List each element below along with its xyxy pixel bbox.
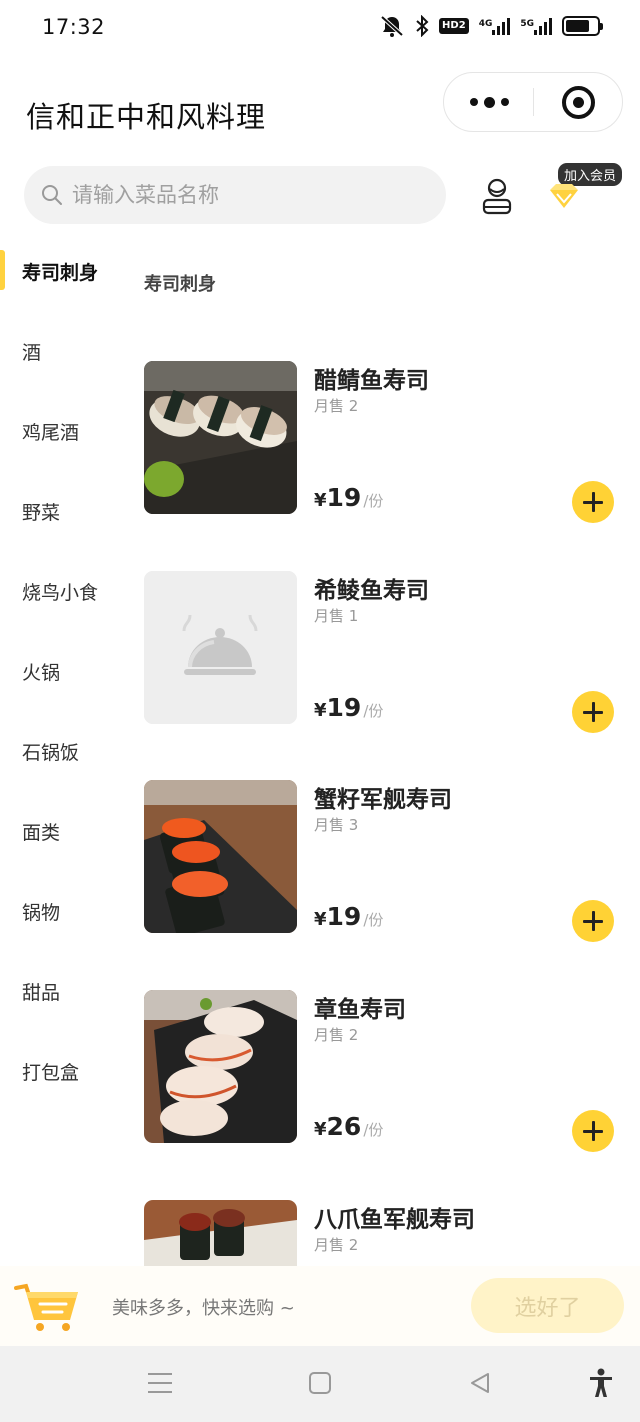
list-item[interactable]: 醋鲭鱼寿司 月售 2 ¥19/份 [144,361,624,523]
list-item[interactable]: 蟹籽军舰寿司 月售 3 ¥19/份 [144,780,624,942]
currency-symbol: ¥ [314,1119,327,1140]
sidebar-item-takeout-box[interactable]: 打包盒 [0,1030,120,1110]
sidebar-item-pot-dishes[interactable]: 锅物 [0,870,120,950]
octopus-gunkan-photo [144,1200,297,1266]
mackerel-sushi-photo [144,361,297,514]
item-price: ¥26/份 [314,1112,383,1141]
item-price: ¥19/份 [314,902,383,931]
category-sidebar: 寿司刺身 酒 鸡尾酒 野菜 烧鸟小食 火锅 石锅饭 面类 锅物 甜品 打包盒 [0,230,120,1270]
page-title: 信和正中和风料理 [26,100,267,134]
item-sales: 月售 1 [314,607,359,625]
sidebar-item-label: 鸡尾酒 [22,422,80,444]
price-value: 26 [326,1112,362,1141]
status-icons: HD2 4G 5G [379,14,603,38]
item-name: 八爪鱼军舰寿司 [314,1207,475,1233]
list-item[interactable]: 希鲮鱼寿司 月售 1 ¥19/份 [144,571,624,733]
sidebar-item-label: 石锅饭 [22,742,80,764]
currency-symbol: ¥ [314,700,327,721]
diamond-icon [550,184,578,208]
sidebar-item-hotpot[interactable]: 火锅 [0,630,120,710]
sidebar-item-desserts[interactable]: 甜品 [0,950,120,1030]
shopping-cart-icon[interactable] [14,1274,84,1332]
search-input[interactable] [72,166,432,224]
price-unit: /份 [363,492,384,510]
add-to-cart-button[interactable] [572,691,614,733]
user-profile-icon[interactable] [478,176,516,216]
price-unit: /份 [363,911,384,929]
price-unit: /份 [363,702,384,720]
price-value: 19 [326,483,362,512]
sidebar-item-yakitori-snacks[interactable]: 烧鸟小食 [0,550,120,630]
mute-bell-icon [380,15,404,37]
sidebar-item-label: 寿司刺身 [22,262,99,284]
cart-hint: 美味多多，快来选购 ~ [112,1298,295,1319]
bluetooth-icon [416,15,429,37]
item-name: 蟹籽军舰寿司 [314,787,452,813]
roe-gunkan-photo [144,780,297,933]
join-member-button[interactable]: 加入会员 [544,162,630,222]
add-to-cart-button[interactable] [572,481,614,523]
list-item[interactable]: 章鱼寿司 月售 2 ¥26/份 [144,990,624,1152]
item-name: 章鱼寿司 [314,997,406,1023]
section-title: 寿司刺身 [144,274,216,295]
menu-icon[interactable] [148,1373,172,1393]
currency-symbol: ¥ [314,490,327,511]
sidebar-item-label: 酒 [22,342,42,364]
sidebar-item-cocktail[interactable]: 鸡尾酒 [0,390,120,470]
price-unit: /份 [363,1121,384,1139]
add-to-cart-button[interactable] [572,1110,614,1152]
network-4g-label: 4G [478,19,493,29]
sidebar-item-label: 火锅 [22,662,61,684]
sidebar-item-noodles[interactable]: 面类 [0,790,120,870]
capsule-divider [533,88,534,116]
hd-icon: HD2 [439,18,469,34]
sidebar-item-stone-pot-rice[interactable]: 石锅饭 [0,710,120,790]
menu-list: 寿司刺身 醋鲭鱼寿司 月售 2 ¥19/份 希鲮鱼寿司 月售 1 ¥19 /份 … [120,230,640,1266]
list-item[interactable]: 八爪鱼军舰寿司 月售 2 [144,1200,624,1266]
item-sales: 月售 2 [314,1026,359,1044]
status-bar: 17:32 HD2 4G 5G [0,0,640,58]
signal-5g-icon: 5G [520,17,552,35]
system-navigation-bar [0,1346,640,1422]
search-icon [42,185,62,205]
sidebar-item-label: 面类 [22,822,61,844]
more-options-button[interactable] [444,73,534,131]
price-value: 19 [326,693,362,722]
accessibility-icon[interactable] [588,1368,614,1398]
sidebar-item-alcohol[interactable]: 酒 [0,310,120,390]
cart-bar: 美味多多，快来选购 ~ 选好了 [0,1266,640,1346]
checkout-button[interactable]: 选好了 [471,1278,624,1333]
octopus-sushi-photo [144,990,297,1143]
item-sales: 月售 2 [314,397,359,415]
currency-symbol: ¥ [314,909,327,930]
placeholder-cloche-icon [144,571,297,724]
battery-icon [562,16,603,36]
sidebar-item-sushi-sashimi[interactable]: 寿司刺身 [0,230,120,310]
close-mini-program-button[interactable] [562,86,595,119]
item-sales: 月售 3 [314,816,359,834]
sidebar-item-label: 烧鸟小食 [22,582,99,604]
signal-4g-icon: 4G [479,17,511,35]
network-5g-label: 5G [520,19,534,29]
item-name: 醋鲭鱼寿司 [314,368,429,394]
item-sales: 月售 2 [314,1236,359,1254]
battery-level [566,20,589,32]
sidebar-item-label: 打包盒 [22,1062,80,1084]
add-to-cart-button[interactable] [572,900,614,942]
sidebar-item-label: 甜品 [22,982,61,1004]
sidebar-item-label: 野菜 [22,502,61,524]
item-price: ¥19/份 [314,693,383,722]
sidebar-item-label: 锅物 [22,902,61,924]
sidebar-item-vegetables[interactable]: 野菜 [0,470,120,550]
item-price: ¥19/份 [314,483,383,512]
item-name: 希鲮鱼寿司 [314,578,429,604]
home-icon[interactable] [309,1372,331,1394]
price-value: 19 [326,902,362,931]
search-bar[interactable] [24,166,446,224]
mini-program-capsule [443,72,623,132]
back-icon[interactable] [468,1371,492,1395]
status-time: 17:32 [42,15,106,39]
more-dots-icon [469,98,478,106]
